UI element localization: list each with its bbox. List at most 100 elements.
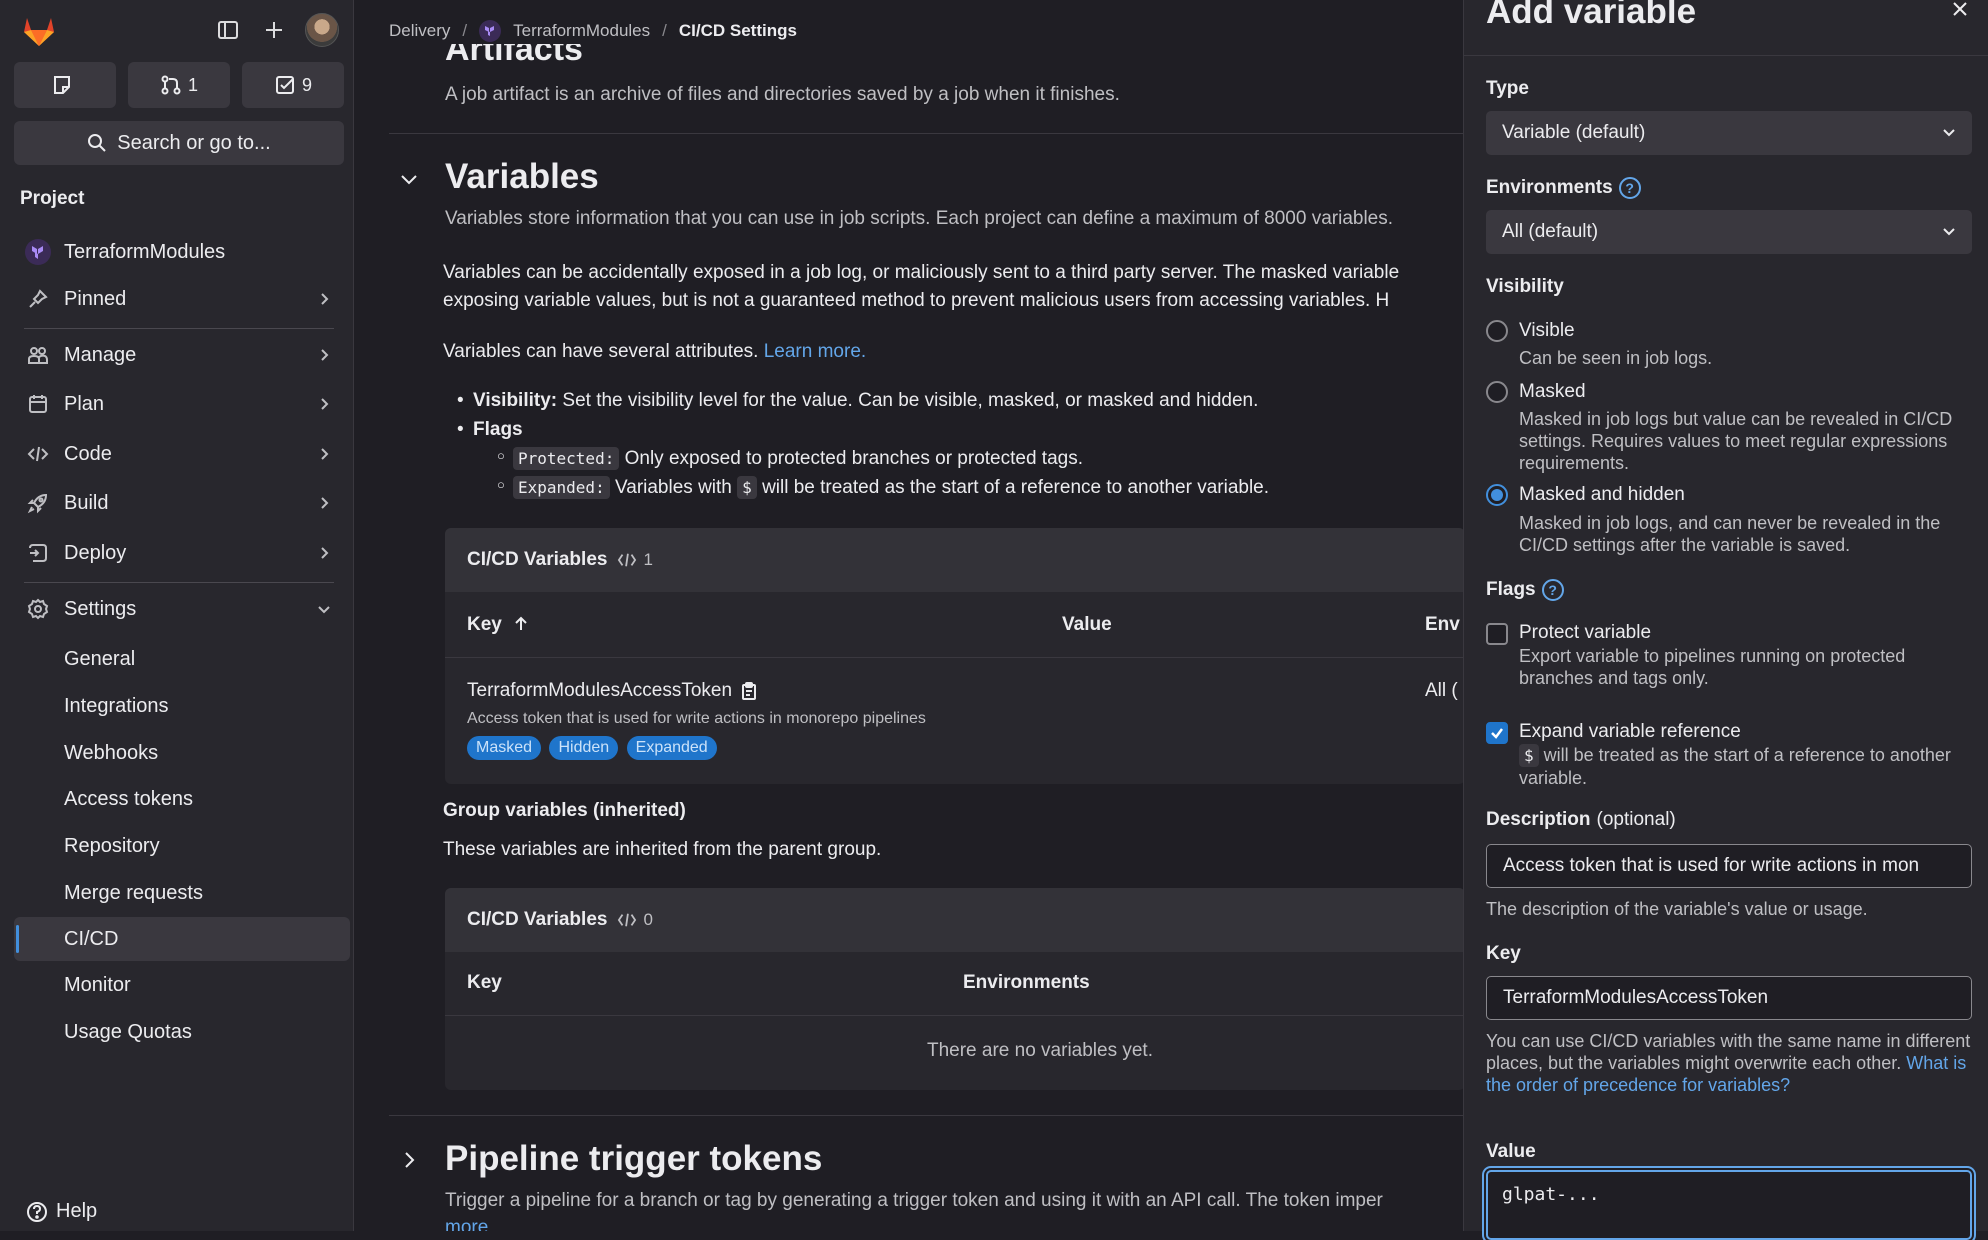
create-new-icon[interactable] [259, 15, 289, 45]
breadcrumb-project[interactable]: TerraformModules [513, 21, 650, 41]
type-select-value: Variable (default) [1502, 122, 1646, 143]
protect-variable-help: Export variable to pipelines running on … [1519, 646, 1906, 688]
copy-icon[interactable] [740, 681, 758, 701]
search-icon [88, 134, 106, 152]
todo-icon [275, 76, 294, 94]
list-item: ○ Protected: Only exposed to protected b… [497, 447, 1083, 470]
sidebar-item-plan[interactable]: Plan [14, 382, 344, 426]
sidebar-item-pinned[interactable]: Pinned [14, 277, 344, 321]
sidebar-item-project[interactable]: TerraformModules [14, 230, 344, 274]
question-icon[interactable]: ? [1618, 177, 1641, 199]
drawer-title: Add variable [1486, 0, 1697, 31]
question-icon[interactable]: ? [1541, 579, 1564, 601]
close-icon[interactable] [1949, 0, 1971, 20]
visibility-masked-title: Masked [1519, 381, 1586, 402]
breadcrumb-current[interactable]: CI/CD Settings [679, 21, 797, 41]
user-avatar[interactable] [305, 13, 339, 47]
variable-environment: All ( [1425, 680, 1458, 701]
sidebar-item-general[interactable]: General [14, 637, 350, 681]
check-icon [1491, 728, 1503, 739]
count-value: 1 [643, 550, 653, 569]
sidebar-item-label: Build [64, 491, 109, 514]
key-help: You can use CI/CD variables with the sam… [1486, 1030, 1972, 1096]
flag-expanded-code: Expanded: [513, 476, 610, 499]
sidebar-item-code[interactable]: Code [14, 432, 344, 476]
sidebar-item-label: Plan [64, 392, 105, 415]
column-environments: Env [1425, 614, 1460, 635]
merge-requests-count: 1 [187, 74, 198, 95]
type-label: Type [1486, 78, 1529, 99]
sidebar-item-cicd[interactable]: CI/CD [14, 917, 350, 961]
variable-count: 1 [617, 550, 653, 570]
visibility-masked-help: Masked in job logs but value can be reve… [1519, 409, 1953, 473]
deploy-icon [24, 539, 52, 567]
chevron-down-icon[interactable] [397, 167, 421, 191]
sidebar-toggle-icon[interactable] [213, 15, 243, 45]
calendar-icon [24, 390, 52, 418]
flag-protected-text: Only exposed to protected branches or pr… [624, 448, 1083, 469]
visibility-masked-hidden-radio[interactable] [1486, 484, 1508, 506]
pin-icon [24, 285, 52, 313]
pipeline-triggers-more-link[interactable]: more [445, 1217, 488, 1231]
expand-variable-checkbox[interactable] [1486, 722, 1508, 744]
sidebar-item-webhooks[interactable]: Webhooks [14, 731, 350, 775]
protect-variable-checkbox[interactable] [1486, 623, 1508, 645]
bullet-visibility-text: Set the visibility level for the value. … [562, 390, 1259, 411]
todos-counter[interactable]: 9 [242, 62, 344, 108]
list-item: ○ Expanded: Variables with $ will be tre… [497, 476, 1270, 499]
breadcrumb-group[interactable]: Delivery [389, 21, 450, 41]
chevron-right-icon [321, 497, 329, 509]
sidebar-item-monitor[interactable]: Monitor [14, 963, 350, 1007]
attributes-text: Variables can have several attributes. [443, 341, 759, 362]
sidebar-item-deploy[interactable]: Deploy [14, 531, 344, 575]
environments-select[interactable]: All (default) [1486, 210, 1972, 254]
sidebar-item-manage[interactable]: Manage [14, 333, 344, 377]
column-key[interactable]: Key [467, 614, 529, 636]
gitlab-logo[interactable] [20, 12, 58, 48]
table-column-headers: Key Value Env [445, 592, 1463, 658]
visibility-visible-title: Visible [1519, 320, 1575, 341]
code-icon [618, 553, 637, 567]
merge-requests-counter[interactable]: 1 [128, 62, 230, 108]
badge-expanded: Expanded [626, 736, 717, 760]
sidebar-item-merge-requests[interactable]: Merge requests [14, 871, 350, 915]
gear-icon [24, 595, 52, 623]
visibility-masked-hidden-help: Masked in job logs, and can never be rev… [1519, 513, 1941, 555]
sidebar-item-usage-quotas[interactable]: Usage Quotas [14, 1010, 350, 1054]
group-variables-title: Group variables (inherited) [443, 800, 686, 821]
variable-count: 0 [617, 910, 653, 930]
key-label: Key [1486, 943, 1521, 964]
flag-expanded-text-b: will be treated as the start of a refere… [762, 477, 1270, 498]
description-input[interactable]: Access token that is used for write acti… [1486, 844, 1972, 888]
section-divider [389, 133, 1463, 134]
sidebar-item-build[interactable]: Build [14, 481, 344, 525]
sidebar-item-settings[interactable]: Settings [14, 587, 344, 631]
learn-more-link[interactable]: Learn more. [764, 341, 866, 362]
table-title: CI/CD Variables [467, 549, 608, 570]
chevron-right-icon[interactable] [397, 1148, 421, 1172]
arrow-up-icon [515, 616, 527, 630]
search-button[interactable]: Search or go to... [14, 121, 344, 165]
sidebar-top-bar [0, 0, 354, 60]
sidebar-item-integrations[interactable]: Integrations [14, 684, 350, 728]
bullet-visibility-label: Visibility: [473, 390, 558, 411]
help-icon [27, 1201, 47, 1222]
variables-warning-line1: Variables can be accidentally exposed in… [443, 262, 1400, 283]
sidebar-item-access-tokens[interactable]: Access tokens [14, 777, 350, 821]
count-value: 0 [643, 910, 653, 929]
bullet-flags-label: Flags [473, 419, 523, 440]
group-variables-description: These variables are inherited from the p… [443, 839, 882, 860]
attributes-list: • Visibility: Set the visibility level f… [457, 390, 1269, 499]
value-textarea[interactable]: glpat-... [1486, 1170, 1972, 1240]
visibility-visible-radio[interactable] [1486, 320, 1508, 342]
issues-counter[interactable] [14, 62, 116, 108]
counter-row: 1 9 [14, 62, 344, 108]
type-select[interactable]: Variable (default) [1486, 111, 1972, 155]
help-button[interactable]: Help [26, 1200, 97, 1223]
variable-key-text: TerraformModulesAccessToken [467, 680, 733, 701]
sidebar-item-repository[interactable]: Repository [14, 824, 350, 868]
key-input[interactable]: TerraformModulesAccessToken [1486, 976, 1972, 1020]
visibility-masked-radio[interactable] [1486, 381, 1508, 403]
variables-warning-line2: exposing variable values, but is not a g… [443, 290, 1390, 311]
flag-expanded-text-a: Variables with [614, 477, 732, 498]
